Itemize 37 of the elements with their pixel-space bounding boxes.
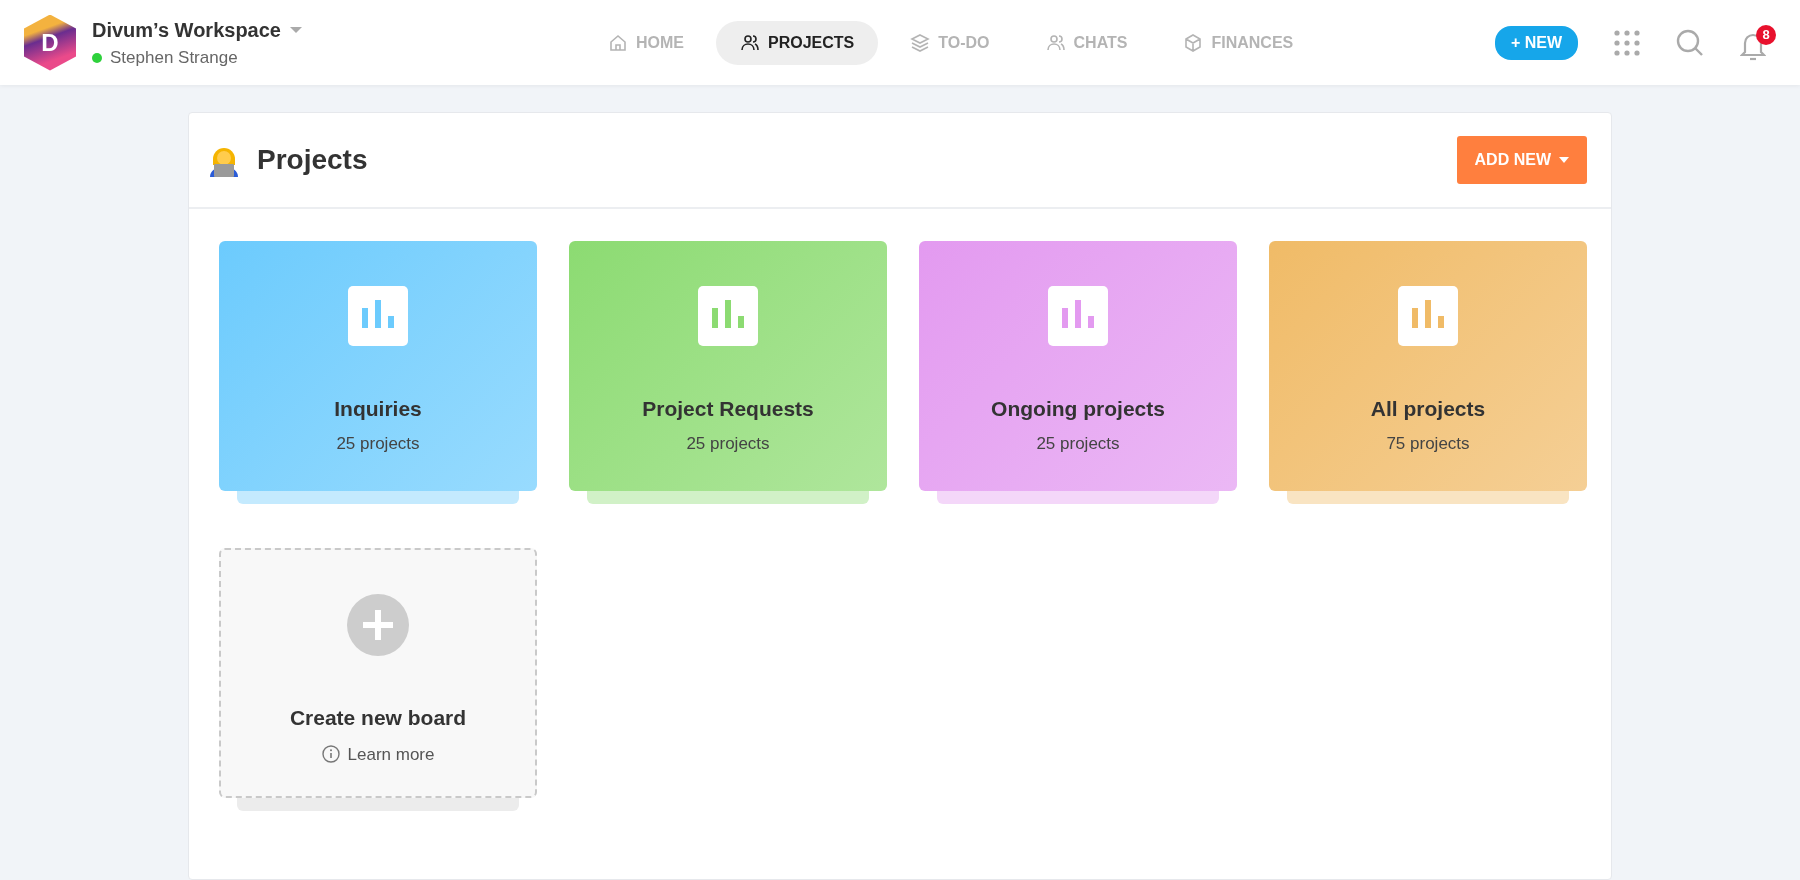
board-card[interactable]: Ongoing projects 25 projects [919, 241, 1237, 491]
workspace-name[interactable]: Divum’s Workspace [92, 14, 281, 45]
caret-icon[interactable] [288, 25, 303, 34]
board-title: Ongoing projects [991, 396, 1165, 422]
people-icon [740, 32, 760, 53]
bar-chart-icon [348, 286, 408, 346]
board-title: Inquiries [334, 396, 422, 422]
bar-chart-icon [1048, 286, 1108, 346]
info-icon [321, 745, 340, 764]
create-board-title: Create new board [289, 705, 467, 731]
apps-grid-icon[interactable] [1614, 29, 1640, 56]
project-count: 75 projects [1386, 432, 1470, 455]
create-board-card[interactable]: Create new board Learn more [219, 548, 537, 798]
board-card[interactable]: Inquiries 25 projects [219, 241, 537, 491]
board-title: Project Requests [642, 396, 814, 422]
page-title: Projects [257, 143, 368, 177]
workspace-logo[interactable]: D [24, 14, 76, 71]
board-card[interactable]: Project Requests 25 projects [569, 241, 887, 491]
bar-chart-icon [1398, 286, 1458, 346]
notification-count: 8 [1756, 24, 1776, 45]
caret-icon [1559, 157, 1569, 163]
cube-icon [1183, 32, 1204, 53]
project-count: 25 projects [336, 432, 420, 455]
learn-more-link[interactable]: Learn more [347, 741, 435, 767]
project-count: 25 projects [1036, 432, 1120, 455]
house-icon [608, 32, 628, 53]
plus-circle-icon[interactable] [347, 594, 409, 656]
people-icon [1045, 32, 1066, 53]
nav-tab[interactable]: PROJECTS [716, 20, 879, 65]
notifications-button[interactable]: 8 [1740, 24, 1776, 61]
layers-icon [910, 32, 931, 53]
board-card[interactable]: All projects 75 projects [1269, 241, 1587, 491]
user-name: Stephen Strange [110, 46, 238, 69]
project-count: 25 projects [686, 432, 770, 455]
search-icon[interactable] [1676, 28, 1704, 57]
bar-chart-icon [698, 286, 758, 346]
board-title: All projects [1370, 396, 1486, 422]
